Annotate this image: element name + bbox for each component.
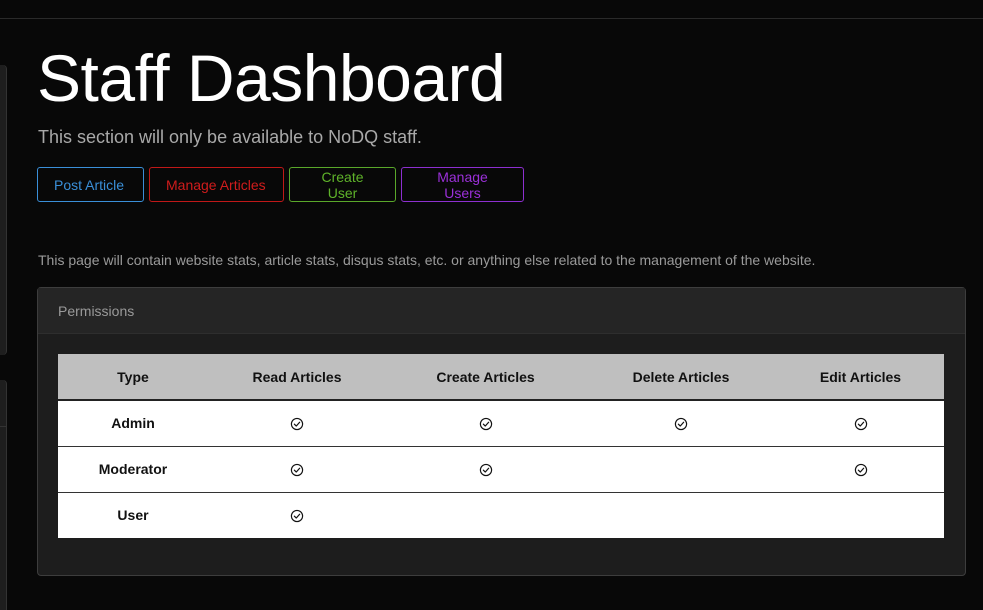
dashboard-note: This page will contain website stats, ar…	[38, 252, 816, 268]
role-cell: Admin	[111, 415, 155, 432]
table-row: Admin	[58, 400, 944, 446]
manage-users-button[interactable]: Manage Users	[401, 167, 524, 202]
check-circle-icon	[290, 415, 304, 431]
page-title: Staff Dashboard	[37, 41, 506, 115]
top-divider	[0, 18, 983, 19]
permission-cell-edit	[777, 491, 944, 538]
permissions-card: Permissions Type Read Articles Create Ar…	[37, 287, 966, 576]
table-row: Moderator	[58, 445, 944, 492]
column-header-edit: Edit Articles	[777, 354, 944, 401]
table-row: User	[58, 491, 944, 538]
side-panel-upper	[0, 65, 7, 355]
permission-cell-read	[208, 445, 386, 492]
column-header-delete: Delete Articles	[585, 354, 777, 401]
permission-cell-edit	[777, 400, 944, 446]
check-circle-icon	[854, 415, 868, 431]
side-panel-lower	[0, 380, 7, 610]
permission-cell-delete	[585, 400, 777, 446]
column-header-read: Read Articles	[208, 354, 386, 401]
permission-cell-create	[386, 400, 585, 446]
action-buttons: Post Article Manage Articles Create User…	[37, 167, 524, 202]
check-circle-icon	[290, 461, 304, 477]
permissions-table: Type Read Articles Create Articles Delet…	[58, 354, 944, 538]
check-circle-icon	[479, 461, 493, 477]
check-circle-icon	[854, 461, 868, 477]
permissions-header-row: Type Read Articles Create Articles Delet…	[58, 354, 944, 401]
permission-cell-read	[208, 491, 386, 538]
permission-cell-create	[386, 491, 585, 538]
permission-cell-read	[208, 400, 386, 446]
column-header-create: Create Articles	[386, 354, 585, 401]
check-circle-icon	[290, 507, 304, 523]
role-cell: Moderator	[58, 445, 208, 492]
column-header-type: Type	[58, 354, 208, 401]
permission-cell-create	[386, 445, 585, 492]
page-subtitle: This section will only be available to N…	[38, 127, 422, 147]
role-cell: User	[58, 491, 208, 538]
permission-cell-delete	[585, 491, 777, 538]
permission-cell-edit	[777, 445, 944, 492]
permissions-card-header: Permissions	[38, 288, 965, 334]
permission-cell-delete	[585, 445, 777, 492]
check-circle-icon	[674, 415, 688, 431]
check-circle-icon	[479, 415, 493, 431]
create-user-button[interactable]: Create User	[289, 167, 396, 202]
manage-articles-button[interactable]: Manage Articles	[149, 167, 284, 202]
post-article-button[interactable]: Post Article	[37, 167, 144, 202]
